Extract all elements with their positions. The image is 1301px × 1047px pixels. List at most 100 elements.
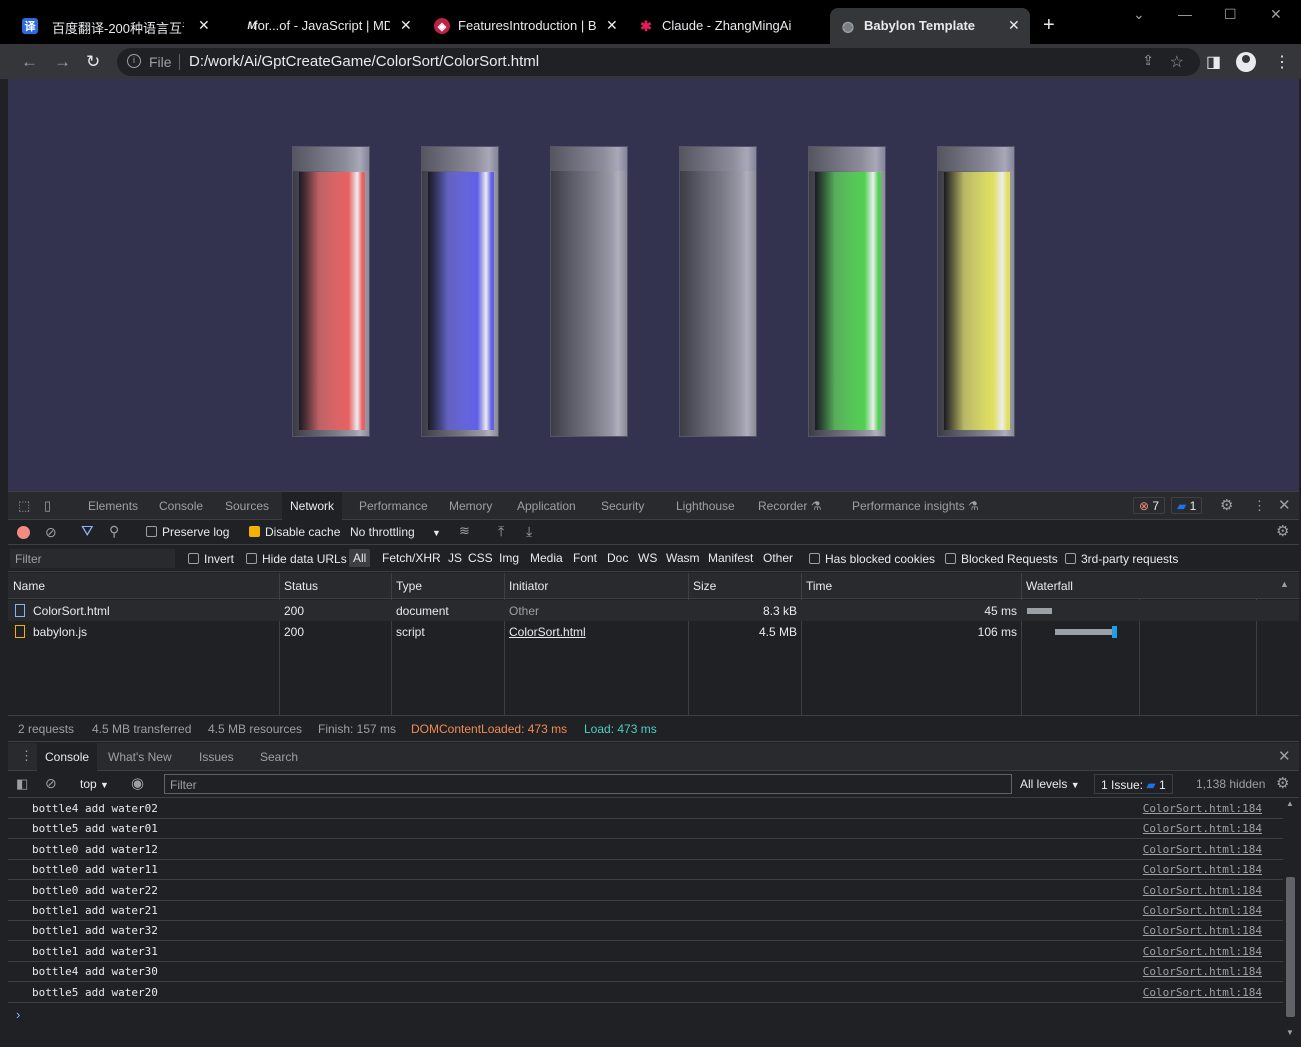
- column-header-name[interactable]: Name: [8, 573, 280, 599]
- column-header-type[interactable]: Type: [391, 573, 505, 599]
- reload-button[interactable]: ↻: [86, 52, 100, 72]
- log-source-link[interactable]: ColorSort.html:184: [1143, 802, 1262, 815]
- tab-close-icon[interactable]: ✕: [1008, 17, 1020, 34]
- browser-tab[interactable]: M for...of - JavaScript | MD ✕: [222, 8, 424, 44]
- type-filter-manifest[interactable]: Manifest: [708, 551, 753, 565]
- column-header-time[interactable]: Time: [801, 573, 1022, 599]
- tab-console[interactable]: Console: [159, 499, 203, 513]
- search-icon[interactable]: ⚲: [109, 523, 119, 540]
- scroll-up-icon[interactable]: ▲: [1286, 799, 1294, 808]
- bookmark-star-icon[interactable]: ☆: [1170, 52, 1184, 72]
- network-filter-input[interactable]: Filter: [10, 549, 175, 568]
- console-settings-icon[interactable]: ⚙: [1276, 774, 1289, 792]
- tab-recorder[interactable]: Recorder ⚗: [758, 499, 821, 513]
- share-icon[interactable]: ⇪: [1142, 52, 1154, 69]
- type-filter-ws[interactable]: WS: [638, 551, 657, 565]
- tab-application[interactable]: Application: [517, 499, 576, 513]
- third-party-checkbox[interactable]: 3rd-party requests: [1065, 552, 1178, 566]
- context-select[interactable]: top ▼: [80, 777, 109, 791]
- drawer-tab-search[interactable]: Search: [260, 750, 298, 764]
- scrollbar-thumb[interactable]: [1286, 877, 1295, 1017]
- log-source-link[interactable]: ColorSort.html:184: [1143, 965, 1262, 978]
- console-filter-input[interactable]: Filter: [164, 774, 1012, 794]
- device-toolbar-icon[interactable]: ▯: [44, 498, 51, 514]
- type-filter-fetch-xhr[interactable]: Fetch/XHR: [382, 551, 441, 565]
- export-har-icon[interactable]: ⤓: [526, 523, 532, 540]
- network-conditions-icon[interactable]: ≋: [459, 523, 470, 539]
- browser-tab[interactable]: 译 百度翻译-200种语言互译 ✕: [0, 8, 222, 44]
- back-button[interactable]: ←: [21, 52, 38, 72]
- tab-performance[interactable]: Performance: [359, 499, 428, 513]
- console-scrollbar[interactable]: ▲ ▼: [1283, 799, 1297, 1041]
- log-source-link[interactable]: ColorSort.html:184: [1143, 884, 1262, 897]
- drawer-menu-icon[interactable]: ⋮: [20, 748, 33, 764]
- type-filter-wasm[interactable]: Wasm: [666, 551, 700, 565]
- column-header-status[interactable]: Status: [279, 573, 392, 599]
- bottle1[interactable]: [421, 146, 499, 437]
- side-panel-icon[interactable]: ◨: [1206, 52, 1221, 72]
- maximize-button[interactable]: ☐: [1224, 6, 1237, 23]
- tab-search-icon[interactable]: ⌄: [1133, 6, 1145, 23]
- hide-data-urls-checkbox[interactable]: Hide data URLs: [246, 552, 347, 566]
- tab-sources[interactable]: Sources: [225, 499, 269, 513]
- bottle0[interactable]: [292, 146, 370, 437]
- close-devtools-icon[interactable]: ✕: [1278, 496, 1291, 514]
- message-badge[interactable]: ▰ 1: [1171, 497, 1203, 514]
- tab-close-icon[interactable]: ✕: [400, 17, 412, 34]
- bottle3[interactable]: [679, 146, 757, 437]
- clear-console-icon[interactable]: ⊘: [45, 775, 57, 792]
- column-header-waterfall[interactable]: Waterfall: [1021, 573, 1299, 599]
- browser-menu-icon[interactable]: ⋮: [1274, 52, 1290, 72]
- close-drawer-icon[interactable]: ✕: [1278, 747, 1291, 765]
- tab-security[interactable]: Security: [601, 499, 644, 513]
- type-filter-other[interactable]: Other: [763, 551, 793, 565]
- network-settings-icon[interactable]: ⚙: [1276, 522, 1289, 540]
- invert-checkbox[interactable]: Invert: [188, 552, 234, 566]
- url-text[interactable]: D:/work/Ai/GptCreateGame/ColorSort/Color…: [189, 53, 539, 70]
- filter-funnel-icon[interactable]: ⛛: [81, 523, 94, 540]
- console-prompt[interactable]: ›: [16, 1007, 20, 1022]
- browser-tab-active[interactable]: ◍ Babylon Template ✕: [830, 8, 1030, 44]
- settings-gear-icon[interactable]: ⚙: [1220, 496, 1233, 514]
- drawer-tab-issues[interactable]: Issues: [199, 750, 234, 764]
- request-name[interactable]: babylon.js: [33, 625, 87, 639]
- column-header-size[interactable]: Size: [688, 573, 802, 599]
- bottle2[interactable]: [550, 146, 628, 437]
- drawer-tab-console[interactable]: Console: [37, 743, 98, 771]
- drawer-tab-whats-new[interactable]: What's New: [108, 750, 172, 764]
- type-filter-img[interactable]: Img: [499, 551, 519, 565]
- more-options-icon[interactable]: ⋮: [1253, 498, 1266, 514]
- blocked-requests-checkbox[interactable]: Blocked Requests: [945, 552, 1058, 566]
- tab-memory[interactable]: Memory: [449, 499, 492, 513]
- bottle4[interactable]: [808, 146, 886, 437]
- log-source-link[interactable]: ColorSort.html:184: [1143, 822, 1262, 835]
- inspect-element-icon[interactable]: ⬚: [18, 498, 30, 514]
- disable-cache-checkbox[interactable]: Disable cache: [249, 525, 340, 539]
- info-icon[interactable]: i: [127, 54, 141, 68]
- log-source-link[interactable]: ColorSort.html:184: [1143, 904, 1262, 917]
- table-row[interactable]: ColorSort.html 200 document Other 8.3 kB…: [8, 600, 1299, 621]
- tab-close-icon[interactable]: ✕: [198, 17, 210, 34]
- browser-tab[interactable]: ◈ FeaturesIntroduction | B ✕: [424, 8, 626, 44]
- tab-elements[interactable]: Elements: [88, 499, 138, 513]
- log-source-link[interactable]: ColorSort.html:184: [1143, 843, 1262, 856]
- type-filter-js[interactable]: JS: [448, 551, 462, 565]
- render-canvas[interactable]: [8, 79, 1299, 491]
- type-filter-css[interactable]: CSS: [468, 551, 493, 565]
- type-filter-doc[interactable]: Doc: [607, 551, 628, 565]
- issues-counter-button[interactable]: 1 Issue: ▰ 1: [1094, 774, 1173, 794]
- sort-arrow-icon[interactable]: ▲: [1280, 579, 1289, 589]
- clear-icon[interactable]: ⊘: [45, 524, 57, 541]
- console-sidebar-icon[interactable]: ◧: [16, 776, 28, 792]
- request-name[interactable]: ColorSort.html: [33, 604, 110, 618]
- scroll-down-icon[interactable]: ▼: [1286, 1028, 1294, 1037]
- record-icon[interactable]: [17, 526, 30, 539]
- column-header-initiator[interactable]: Initiator: [504, 573, 689, 599]
- type-filter-font[interactable]: Font: [573, 551, 597, 565]
- log-source-link[interactable]: ColorSort.html:184: [1143, 986, 1262, 999]
- log-levels-select[interactable]: All levels ▼: [1020, 777, 1080, 791]
- type-filter-all[interactable]: All: [349, 549, 371, 567]
- live-expression-eye-icon[interactable]: ◉: [131, 774, 144, 792]
- close-window-button[interactable]: ✕: [1270, 6, 1282, 23]
- new-tab-button[interactable]: +: [1043, 14, 1055, 37]
